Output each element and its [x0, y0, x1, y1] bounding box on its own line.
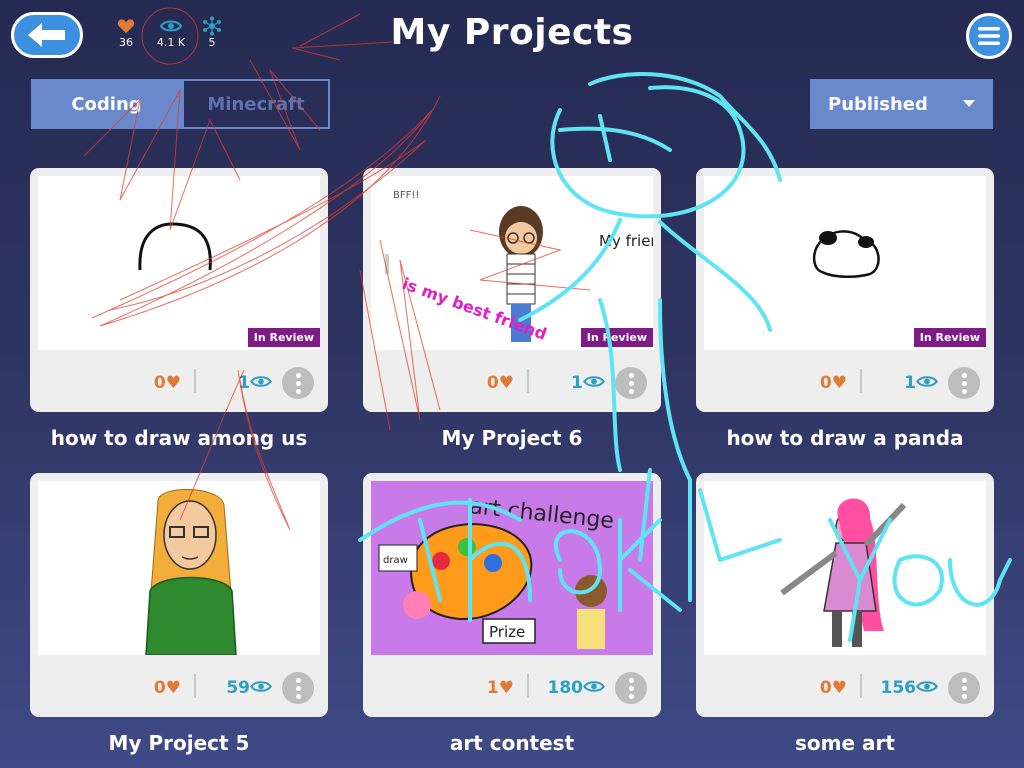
- more-options-button[interactable]: [615, 367, 647, 399]
- stat-divider: [527, 674, 529, 698]
- heart-icon: ♥: [831, 373, 847, 393]
- more-options-button[interactable]: [282, 672, 314, 704]
- more-options-button[interactable]: [948, 367, 980, 399]
- project-name[interactable]: some art: [696, 731, 994, 755]
- remix-icon: [203, 16, 221, 36]
- likes-stat: 36: [106, 16, 146, 49]
- remix-total: 5: [208, 36, 216, 49]
- project-card[interactable]: 0♥ 59: [30, 473, 328, 717]
- thumbnail-drawing-character: [780, 498, 907, 647]
- eye-icon: [583, 376, 605, 387]
- heart-icon: [117, 19, 135, 34]
- likes-count: 0♥: [819, 373, 847, 393]
- project-name[interactable]: art contest: [363, 731, 661, 755]
- project-card[interactable]: BFF!! My friend (BFF) is my best friend …: [363, 168, 661, 412]
- menu-button[interactable]: [966, 13, 1012, 59]
- status-filter-value: Published: [828, 93, 928, 115]
- tab-coding[interactable]: Coding: [31, 79, 182, 129]
- eye-icon: [583, 681, 605, 692]
- thumb-note: BFF!!: [393, 190, 419, 201]
- heart-icon: ♥: [498, 678, 514, 698]
- views-total: 4.1 K: [156, 36, 186, 49]
- thumb-label: My friend (BFF): [599, 232, 653, 250]
- likes-count: 0♥: [819, 678, 847, 698]
- caret-down-icon: [963, 100, 975, 107]
- project-thumbnail[interactable]: BFF!! My friend (BFF) is my best friend: [371, 176, 653, 350]
- stat-divider: [527, 369, 529, 393]
- project-card[interactable]: In Review 0♥ 1: [696, 168, 994, 412]
- project-name[interactable]: how to draw a panda: [696, 426, 994, 450]
- project-name[interactable]: how to draw among us: [30, 426, 328, 450]
- in-review-badge: In Review: [913, 328, 986, 347]
- thumbnail-drawing-art-contest: art challenge draw Prize: [371, 481, 653, 655]
- more-options-button[interactable]: [615, 672, 647, 704]
- in-review-badge: In Review: [247, 328, 320, 347]
- thumbnail-drawing-girl: [145, 489, 237, 655]
- eye-icon: [160, 20, 182, 32]
- project-thumbnail[interactable]: [704, 176, 986, 350]
- thumbnail-drawing-bff: BFF!! My friend (BFF) is my best friend: [385, 190, 653, 344]
- thumbnail-drawing-panda: [813, 230, 880, 278]
- views-count: 1: [537, 373, 605, 393]
- stat-divider: [194, 369, 196, 393]
- eye-icon: [916, 681, 938, 692]
- in-review-badge: In Review: [580, 328, 653, 347]
- views-count: 59: [204, 678, 272, 698]
- eye-icon: [250, 681, 272, 692]
- stat-divider: [860, 674, 862, 698]
- likes-count: 0♥: [153, 678, 181, 698]
- hamburger-menu-icon: [978, 27, 1000, 45]
- page-title: My Projects: [390, 12, 634, 53]
- thumb-note-draw: draw: [383, 555, 408, 566]
- views-count: 156: [870, 678, 938, 698]
- views-count: 180: [537, 678, 605, 698]
- views-count: 1: [870, 373, 938, 393]
- status-filter-dropdown[interactable]: Published: [810, 79, 993, 129]
- project-card[interactable]: 0♥ 156: [696, 473, 994, 717]
- project-card[interactable]: In Review 0♥ 1: [30, 168, 328, 412]
- thumbnail-drawing-arc: [138, 222, 212, 271]
- stat-divider: [194, 674, 196, 698]
- likes-count: 0♥: [153, 373, 181, 393]
- project-name[interactable]: My Project 6: [363, 426, 661, 450]
- thumb-prize: Prize: [489, 623, 525, 641]
- project-thumbnail[interactable]: [704, 481, 986, 655]
- views-stat: 4.1 K: [149, 16, 193, 49]
- remix-stat: 5: [192, 16, 232, 49]
- likes-total: 36: [119, 36, 133, 49]
- project-card[interactable]: art challenge draw Prize 1♥ 180: [363, 473, 661, 717]
- eye-icon: [916, 376, 938, 387]
- stat-divider: [860, 369, 862, 393]
- heart-icon: ♥: [831, 678, 847, 698]
- more-options-button[interactable]: [282, 367, 314, 399]
- heart-icon: ♥: [165, 373, 181, 393]
- arrow-left-icon: [28, 23, 65, 47]
- views-count: 1: [204, 373, 272, 393]
- heart-icon: ♥: [498, 373, 514, 393]
- likes-count: 0♥: [486, 373, 514, 393]
- project-thumbnail[interactable]: [38, 176, 320, 350]
- project-thumbnail[interactable]: [38, 481, 320, 655]
- project-name[interactable]: My Project 5: [30, 731, 328, 755]
- eye-icon: [250, 376, 272, 387]
- heart-icon: ♥: [165, 678, 181, 698]
- project-thumbnail[interactable]: art challenge draw Prize: [371, 481, 653, 655]
- likes-count: 1♥: [486, 678, 514, 698]
- more-options-button[interactable]: [948, 672, 980, 704]
- tab-minecraft[interactable]: Minecraft: [182, 79, 330, 129]
- back-button[interactable]: [11, 12, 83, 58]
